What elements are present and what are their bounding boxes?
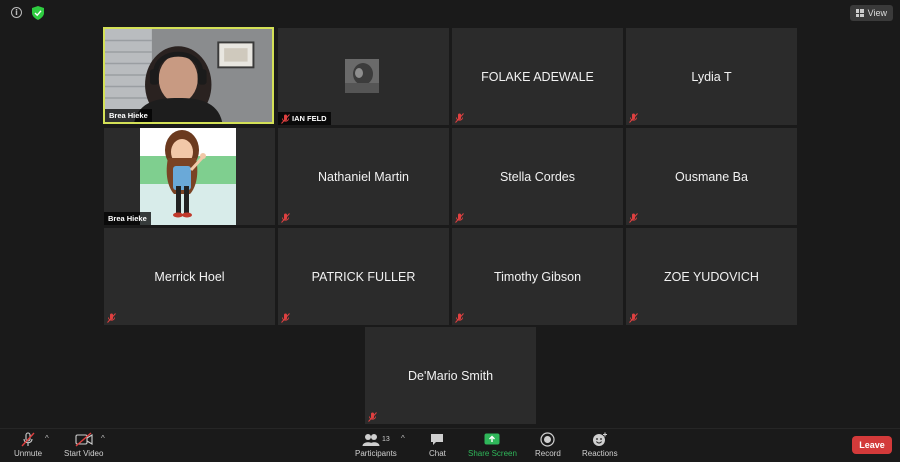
video-tile[interactable]: ZOE YUDOVICH [626,228,797,325]
video-tile[interactable]: Lydia T [626,28,797,125]
participant-name: Timothy Gibson [493,269,582,284]
participant-name-tag: Brea Hieke [104,212,151,225]
view-button-label: View [867,8,887,18]
video-tile[interactable]: Merrick Hoel [104,228,275,325]
record-icon [540,432,555,447]
muted-microphone-icon [281,313,290,323]
participant-name: Nathaniel Martin [317,169,409,184]
participants-label: Participants [355,449,397,458]
profile-picture [345,59,379,93]
record-label: Record [535,449,561,458]
video-tile-ian-feld[interactable]: IAN FELD [278,28,449,125]
smiley-plus-icon [592,432,608,447]
muted-microphone-icon [455,213,464,223]
unmute-button[interactable]: Unmute [14,432,42,458]
video-tile-brea-hieke[interactable]: Brea Hieke [103,27,274,124]
video-tile[interactable]: Nathaniel Martin [278,128,449,225]
video-tile-brea-hieke-avatar[interactable]: Brea Hieke [104,128,275,225]
chat-bubble-icon [430,432,444,447]
muted-microphone-icon [455,113,464,123]
participant-name: PATRICK FULLER [311,269,416,284]
reactions-button[interactable]: Reactions [582,432,618,458]
muted-microphone-icon [21,432,35,447]
participant-name: Stella Cordes [499,169,576,184]
muted-microphone-icon [107,313,116,323]
participant-name: Ousmane Ba [675,169,748,184]
video-tile[interactable]: Stella Cordes [452,128,623,225]
share-screen-label: Share Screen [468,449,517,458]
share-screen-icon [484,432,500,447]
muted-microphone-icon [629,313,638,323]
chat-button[interactable]: Chat [429,432,446,458]
meeting-top-bar: i View [0,0,900,26]
participant-name: Lydia T [691,69,732,84]
record-button[interactable]: Record [535,432,561,458]
video-options-caret[interactable]: ^ [101,434,105,443]
start-video-button[interactable]: Start Video [64,432,103,458]
muted-microphone-icon [368,412,377,422]
video-off-icon [75,432,93,447]
video-tile[interactable]: De'Mario Smith [365,327,536,424]
audio-options-caret[interactable]: ^ [45,434,49,443]
unmute-label: Unmute [14,449,43,458]
participant-name-tag: IAN FELD [278,112,331,125]
participants-icon: 13 [362,432,390,447]
reactions-label: Reactions [582,449,618,458]
participant-count-badge: 13 [382,436,390,443]
share-screen-button[interactable]: Share Screen [468,432,517,458]
muted-microphone-icon [629,113,638,123]
participants-options-caret[interactable]: ^ [401,434,405,443]
muted-microphone-icon [281,114,290,124]
participant-name: De'Mario Smith [407,368,494,383]
avatar-illustration [140,128,236,225]
meeting-controls-toolbar: Unmute ^ Start Video ^ 13 Participants ^… [0,428,900,462]
leave-button[interactable]: Leave [852,436,892,454]
video-tile[interactable]: Timothy Gibson [452,228,623,325]
start-video-label: Start Video [64,449,104,458]
participant-name: FOLAKE ADEWALE [481,69,594,84]
video-tile[interactable]: FOLAKE ADEWALE [452,28,623,125]
view-button[interactable]: View [849,5,893,21]
grid-view-icon [855,9,864,17]
shield-check-icon[interactable] [32,6,44,20]
muted-microphone-icon [629,213,638,223]
participant-name: IAN FELD [292,114,327,123]
video-tile[interactable]: Ousmane Ba [626,128,797,225]
info-icon[interactable]: i [11,7,22,18]
participants-button[interactable]: 13 Participants [355,432,397,458]
chat-label: Chat [429,449,446,458]
participant-name: ZOE YUDOVICH [664,269,759,284]
participant-name-tag: Brea Hieke [105,109,152,122]
muted-microphone-icon [281,213,290,223]
participant-name: Merrick Hoel [154,269,225,284]
video-tile[interactable]: PATRICK FULLER [278,228,449,325]
muted-microphone-icon [455,313,464,323]
